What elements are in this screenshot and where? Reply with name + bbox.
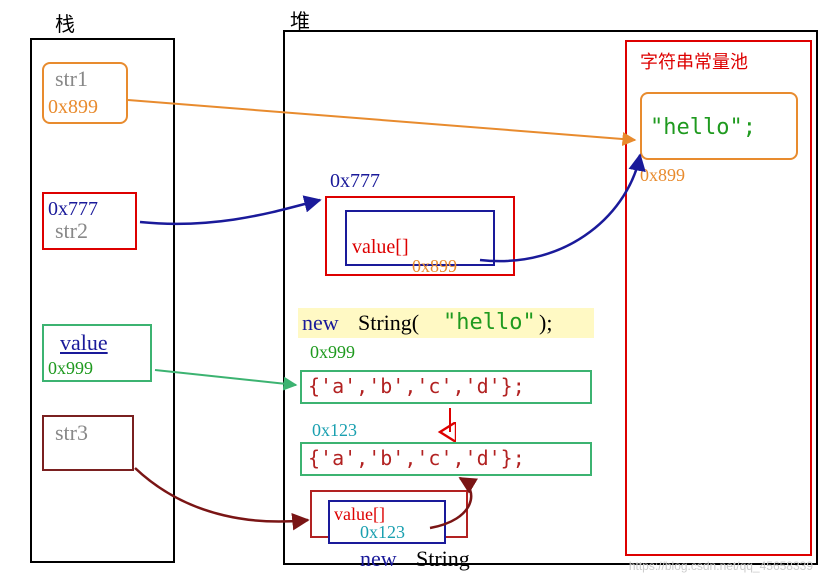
str1-addr: 0x899: [48, 96, 98, 119]
value-name: value: [60, 330, 108, 356]
arr999-addr: 0x999: [310, 342, 355, 363]
stack-title: 栈: [55, 8, 75, 37]
str2-name: str2: [55, 218, 88, 244]
string-pool-title: 字符串常量池: [640, 48, 748, 74]
obj123-field-addr: 0x123: [360, 522, 405, 543]
diagram-root: 栈 堆 字符串常量池 str1 0x899 0x777 str2 value 0…: [0, 0, 823, 579]
obj777-field-addr: 0x899: [412, 256, 457, 277]
arrow-value-to-arr999: [155, 370, 296, 385]
str3-name: str3: [55, 420, 88, 446]
new-keyword-1: new: [302, 310, 344, 336]
string-class-2: String: [416, 546, 470, 572]
obj777-addr: 0x777: [330, 170, 380, 193]
new-keyword-2: new: [360, 546, 402, 572]
hello-text: "hello";: [650, 115, 756, 140]
hello-addr: 0x899: [640, 165, 685, 186]
value-addr: 0x999: [48, 358, 93, 379]
string-close: );: [539, 310, 552, 336]
arr123-text: {'a','b','c','d'};: [308, 446, 525, 470]
string-class-1: String(: [358, 310, 419, 336]
watermark: https://blog.csdn.net/qq_45658339: [629, 559, 813, 573]
str1-name: str1: [55, 66, 88, 92]
arr123-addr: 0x123: [312, 420, 357, 441]
string-arg: "hello": [443, 310, 536, 335]
obj777-field: value[]: [352, 236, 409, 259]
arr999-text: {'a','b','c','d'};: [308, 374, 525, 398]
